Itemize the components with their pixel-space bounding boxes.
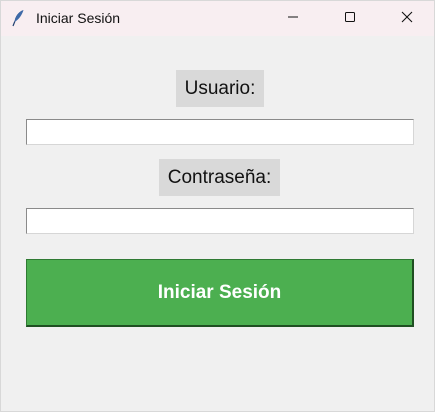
window-title: Iniciar Sesión [36,10,121,26]
login-button[interactable]: Iniciar Sesión [26,259,414,327]
maximize-icon [344,10,356,28]
maximize-button[interactable] [321,1,379,36]
minimize-icon [287,10,299,28]
title-bar[interactable]: Iniciar Sesión [1,1,434,36]
close-button[interactable] [378,1,435,36]
feather-icon [11,9,27,27]
close-icon [401,10,413,28]
username-label: Usuario: [176,70,264,107]
login-window: Iniciar Sesión Usuario: Contraseña: Inic… [0,0,435,412]
username-input[interactable] [26,119,414,145]
password-label: Contraseña: [159,159,280,196]
password-input[interactable] [26,208,414,234]
minimize-button[interactable] [264,1,322,36]
